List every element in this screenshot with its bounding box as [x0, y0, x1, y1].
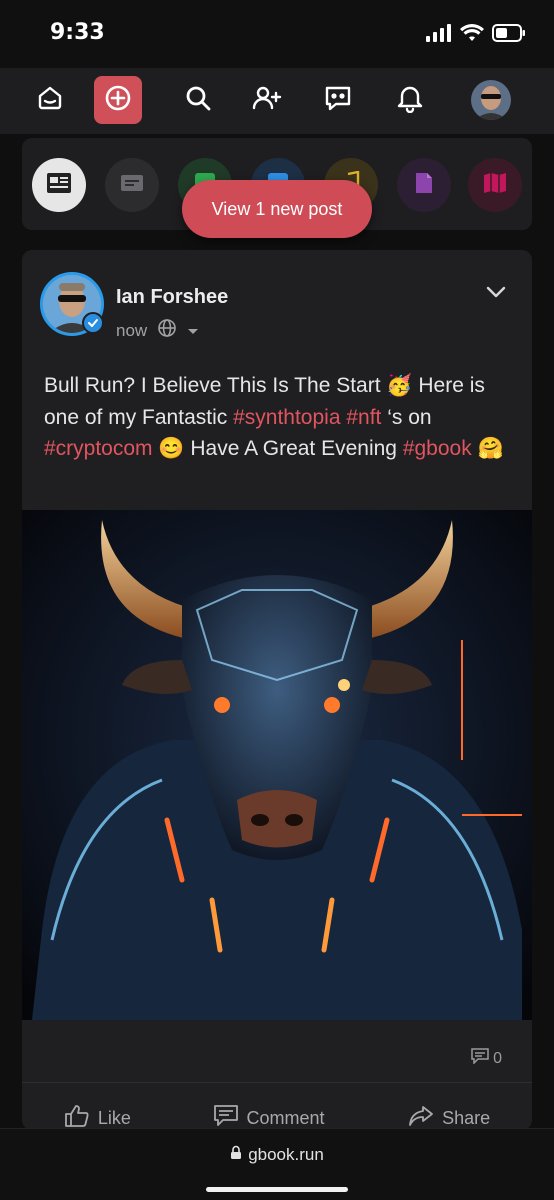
profile-avatar [471, 80, 511, 120]
status-icons [426, 24, 526, 47]
share-button[interactable]: Share [408, 1098, 490, 1130]
marketplace-icon [483, 172, 507, 199]
browser-url-bar: gbook.run [0, 1128, 554, 1200]
comment-button[interactable]: Comment [214, 1098, 325, 1131]
notifications-icon [396, 83, 424, 118]
top-navigation [0, 68, 554, 134]
post-text: Bull Run? I Believe This Is The Start 🥳 … [44, 370, 514, 465]
actions-divider [22, 1082, 532, 1083]
hashtag-link[interactable]: #cryptocom [44, 437, 153, 460]
home-button[interactable] [26, 76, 74, 124]
url-text: gbook.run [248, 1145, 324, 1164]
post-actions: Like Comment Share [22, 1098, 532, 1130]
news-feed-icon [46, 172, 72, 199]
hashtag-link[interactable]: #gbook [403, 437, 472, 460]
chevron-down-icon [486, 285, 506, 303]
shortcut-marketplace[interactable] [468, 158, 522, 212]
comment-count-value: 0 [493, 1049, 502, 1067]
home-icon [36, 84, 64, 117]
hashtag-link[interactable]: #synthtopia [233, 406, 340, 429]
shortcut-pages[interactable] [105, 158, 159, 212]
globe-icon [157, 318, 177, 343]
view-new-post-button[interactable]: View 1 new post [182, 180, 372, 238]
like-button[interactable]: Like [64, 1098, 131, 1130]
post-text-segment: 😊 Have A Great Evening [152, 437, 403, 460]
battery-icon [492, 24, 526, 47]
search-icon [184, 84, 212, 117]
comment-icon [214, 1104, 239, 1131]
signal-icon [426, 24, 452, 47]
post-card: Ian Forshee now Bull Run? I Believe This… [22, 250, 532, 1130]
thumbs-up-icon [64, 1104, 90, 1131]
add-friend-icon [252, 84, 282, 117]
post-text-segment: 🤗 [471, 437, 504, 460]
messages-icon [323, 83, 353, 118]
post-text-segment: ‘s on [381, 405, 432, 429]
post-meta: now [116, 318, 199, 343]
post-time[interactable]: now [116, 321, 147, 341]
share-icon [408, 1105, 434, 1131]
create-post-icon [104, 84, 132, 117]
pages-icon [120, 173, 144, 198]
comment-count[interactable]: 0 [471, 1048, 502, 1069]
search-button[interactable] [174, 76, 222, 124]
hashtag-link[interactable]: #nft [346, 406, 381, 429]
notifications-button[interactable] [386, 76, 434, 124]
messages-button[interactable] [314, 76, 362, 124]
url-display[interactable]: gbook.run [0, 1145, 554, 1165]
add-friend-button[interactable] [243, 76, 291, 124]
documents-icon [414, 171, 434, 200]
lock-icon [230, 1145, 242, 1165]
shortcut-news-feed[interactable] [32, 158, 86, 212]
wifi-icon [460, 24, 484, 47]
share-label: Share [442, 1107, 491, 1128]
author-name[interactable]: Ian Forshee [116, 286, 228, 309]
status-time: 9:33 [50, 20, 105, 45]
status-bar: 9:33 [0, 0, 554, 68]
post-options-button[interactable] [482, 280, 510, 308]
post-image[interactable] [22, 510, 532, 1020]
home-indicator [206, 1187, 348, 1192]
profile-button[interactable] [467, 76, 515, 124]
comment-label: Comment [246, 1107, 325, 1128]
comment-count-icon [471, 1048, 489, 1069]
privacy-dropdown-icon[interactable] [187, 321, 199, 341]
shortcut-documents[interactable] [397, 158, 451, 212]
like-label: Like [97, 1107, 131, 1128]
verified-badge-icon [82, 312, 104, 334]
create-post-button[interactable] [94, 76, 142, 124]
